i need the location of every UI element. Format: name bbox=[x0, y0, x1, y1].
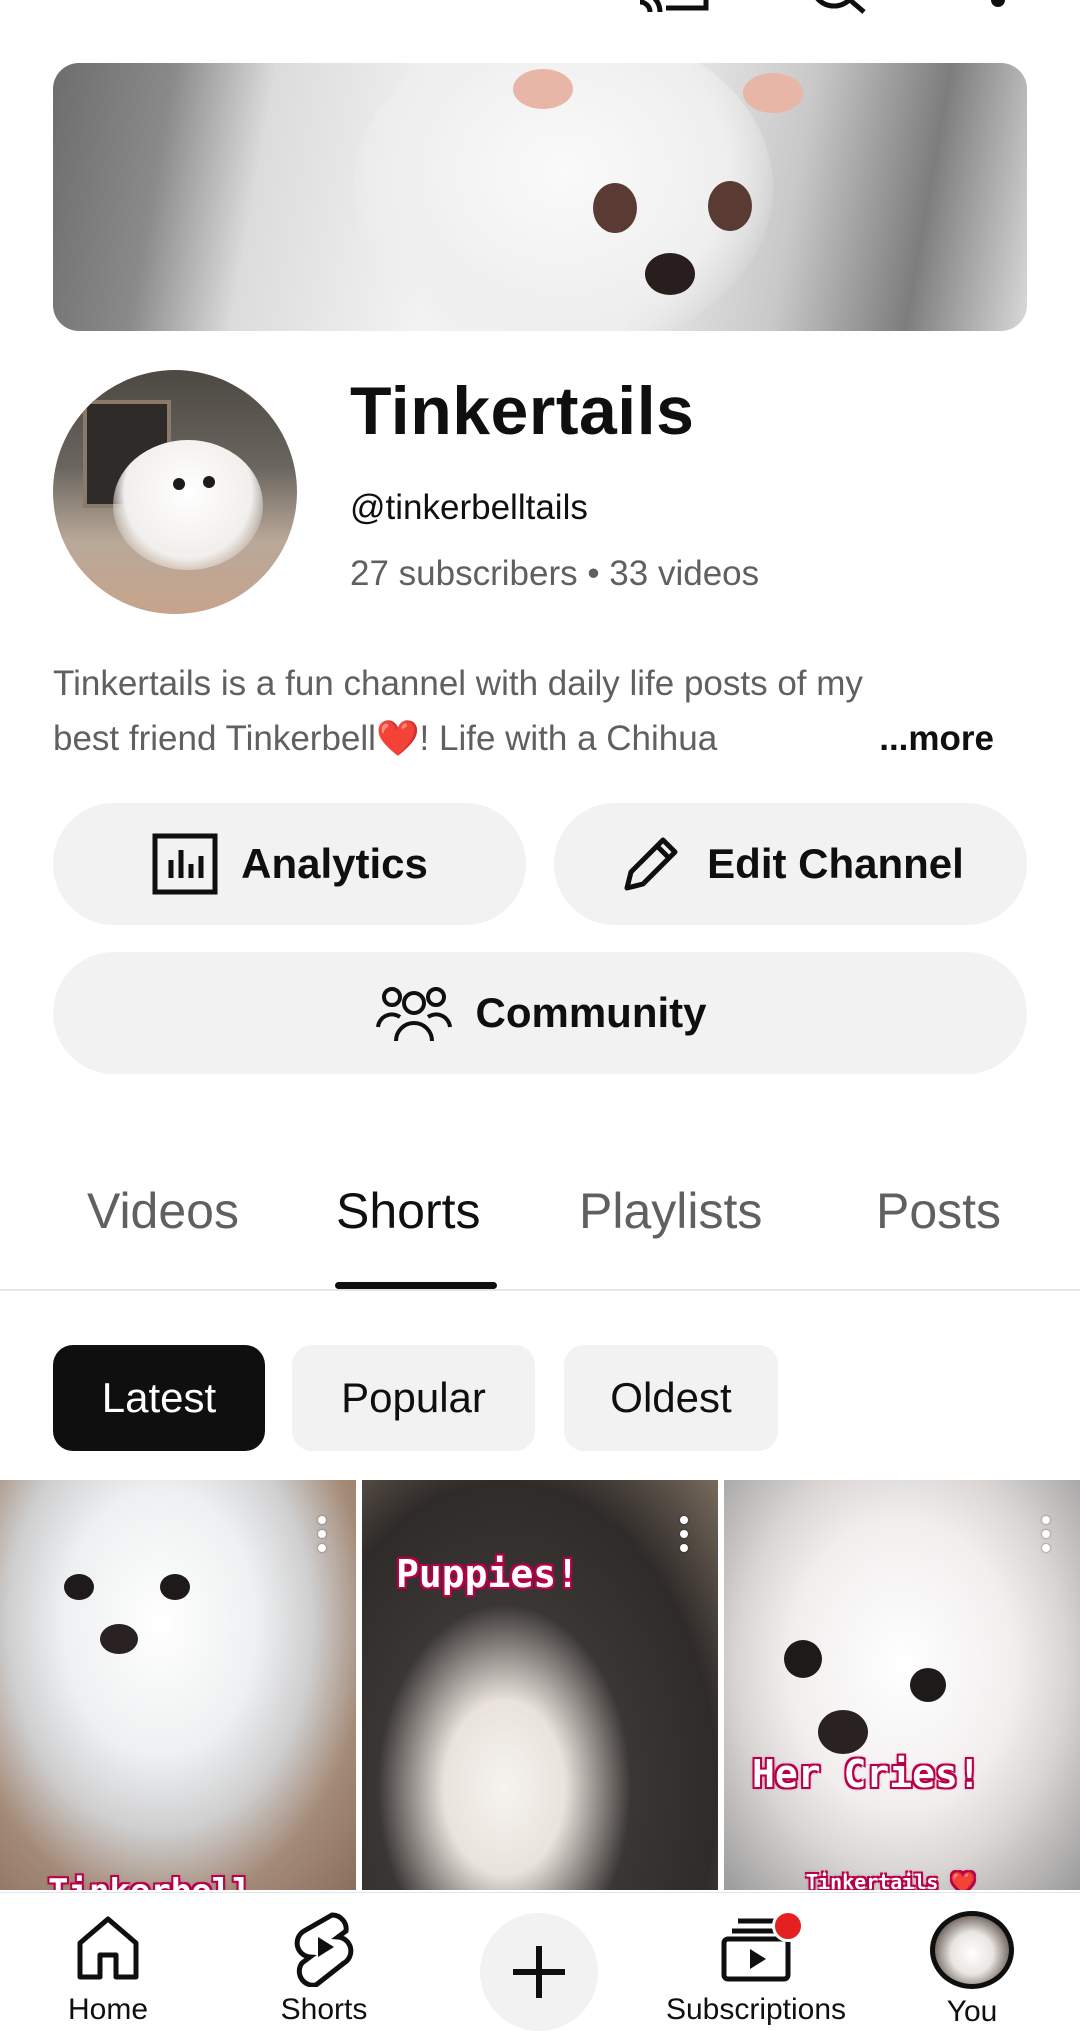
nav-you[interactable]: You bbox=[872, 1893, 1072, 2029]
chip-latest[interactable]: Latest bbox=[53, 1345, 265, 1451]
tabs-divider bbox=[0, 1289, 1080, 1291]
home-icon bbox=[77, 1916, 139, 1980]
tab-shorts[interactable]: Shorts bbox=[336, 1182, 481, 1240]
community-button[interactable]: Community bbox=[53, 952, 1027, 1074]
short-thumbnail[interactable]: Tinkerbell bbox=[0, 1480, 356, 1890]
channel-name: Tinkertails bbox=[350, 373, 695, 449]
nav-shorts-label: Shorts bbox=[280, 1993, 368, 2026]
nav-subscriptions-label: Subscriptions bbox=[665, 1993, 847, 2026]
chip-popular[interactable]: Popular bbox=[292, 1345, 535, 1451]
channel-description[interactable]: Tinkertails is a fun channel with daily … bbox=[53, 656, 1028, 766]
nav-you-label: You bbox=[946, 1995, 998, 2028]
edit-channel-label: Edit Channel bbox=[707, 840, 964, 887]
analytics-icon bbox=[152, 833, 218, 895]
edit-channel-button[interactable]: Edit Channel bbox=[554, 803, 1027, 925]
channel-banner bbox=[53, 63, 1027, 331]
notification-badge bbox=[772, 1910, 804, 1942]
tab-posts[interactable]: Posts bbox=[876, 1182, 1001, 1240]
tab-playlists[interactable]: Playlists bbox=[579, 1182, 762, 1240]
short-caption: Tinkerbell bbox=[48, 1872, 253, 1890]
community-icon bbox=[375, 987, 452, 1042]
short-caption: Puppies! bbox=[396, 1552, 580, 1596]
shorts-icon bbox=[294, 1912, 354, 1987]
tab-videos[interactable]: Videos bbox=[87, 1182, 239, 1240]
nav-home-label: Home bbox=[67, 1993, 149, 2026]
analytics-button[interactable]: Analytics bbox=[53, 803, 526, 925]
analytics-label: Analytics bbox=[241, 840, 428, 887]
description-line-1: Tinkertails is a fun channel with daily … bbox=[53, 664, 863, 703]
more-vert-icon[interactable] bbox=[990, 0, 1006, 12]
short-thumbnail[interactable]: Puppies! bbox=[362, 1480, 718, 1890]
bottom-navigation: Home Shorts Subscriptions You bbox=[0, 1892, 1080, 2031]
more-link[interactable]: ...more bbox=[871, 711, 994, 766]
nav-subscriptions[interactable]: Subscriptions bbox=[656, 1893, 856, 2029]
more-vert-icon[interactable] bbox=[680, 1516, 688, 1558]
short-thumbnail[interactable]: Her Cries! Tinkertails ❤️ bbox=[724, 1480, 1080, 1890]
channel-avatar[interactable] bbox=[53, 370, 297, 614]
active-tab-indicator bbox=[335, 1282, 497, 1289]
avatar bbox=[930, 1911, 1014, 1989]
back-icon[interactable] bbox=[70, 0, 100, 10]
short-watermark: Tinkertails ❤️ bbox=[806, 1870, 976, 1890]
channel-stats: 27 subscribers • 33 videos bbox=[350, 554, 760, 593]
community-label: Community bbox=[475, 989, 707, 1036]
plus-icon bbox=[513, 1946, 565, 1998]
nav-shorts[interactable]: Shorts bbox=[224, 1893, 424, 2029]
create-button[interactable] bbox=[480, 1913, 598, 2031]
pencil-icon bbox=[624, 837, 678, 891]
chip-oldest[interactable]: Oldest bbox=[564, 1345, 778, 1451]
short-caption: Her Cries! bbox=[752, 1752, 981, 1796]
nav-home[interactable]: Home bbox=[8, 1893, 208, 2029]
more-vert-icon[interactable] bbox=[318, 1516, 326, 1558]
channel-handle: @tinkerbelltails bbox=[350, 488, 588, 527]
search-icon[interactable] bbox=[806, 0, 876, 14]
more-vert-icon[interactable] bbox=[1042, 1516, 1050, 1558]
cast-icon[interactable] bbox=[636, 0, 716, 14]
top-app-bar bbox=[0, 0, 1080, 20]
